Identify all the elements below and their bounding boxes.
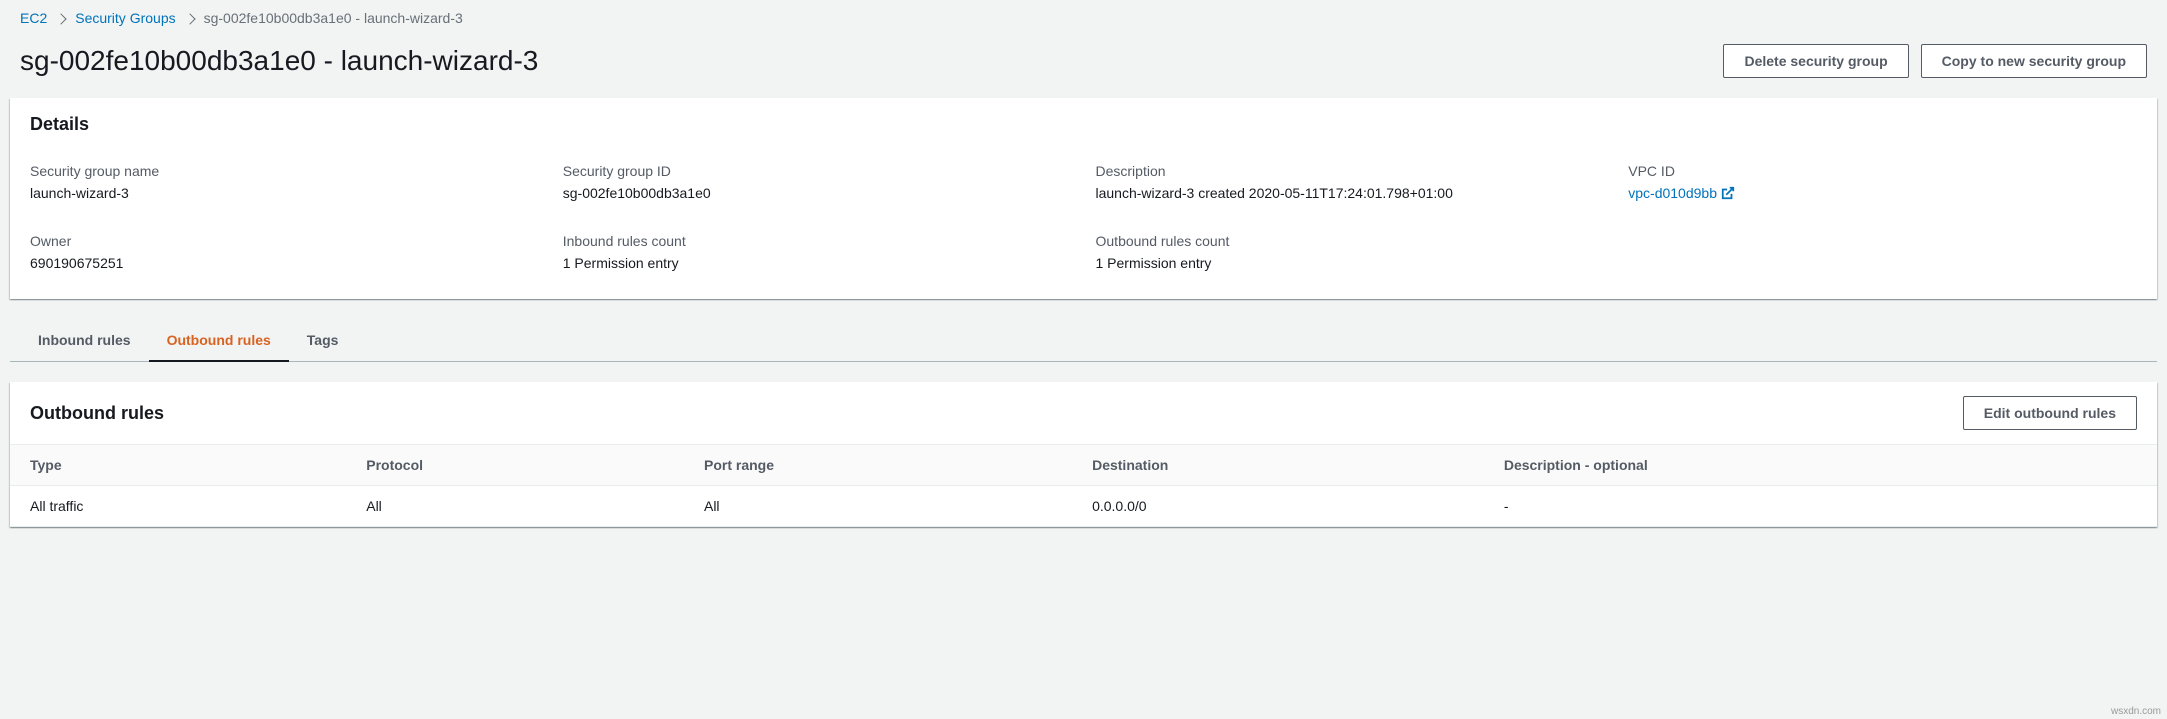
copy-to-new-security-group-button[interactable]: Copy to new security group (1921, 44, 2147, 78)
cell-destination: 0.0.0.0/0 (1076, 486, 1488, 527)
detail-value: 690190675251 (30, 255, 539, 271)
header-actions: Delete security group Copy to new securi… (1723, 44, 2147, 78)
detail-value: launch-wizard-3 (30, 185, 539, 201)
delete-security-group-button[interactable]: Delete security group (1723, 44, 1908, 78)
table-row: All traffic All All 0.0.0.0/0 - (10, 486, 2157, 527)
outbound-rules-table: Type Protocol Port range Destination Des… (10, 444, 2157, 527)
cell-description: - (1488, 486, 2157, 527)
breadcrumb-security-groups[interactable]: Security Groups (75, 10, 175, 26)
vpc-id-text: vpc-d010d9bb (1628, 185, 1717, 201)
detail-value: 1 Permission entry (1096, 255, 1605, 271)
detail-label: VPC ID (1628, 163, 2137, 179)
detail-label: Inbound rules count (563, 233, 1072, 249)
external-link-icon (1721, 186, 1735, 200)
outbound-rules-header: Outbound rules Edit outbound rules (10, 382, 2157, 444)
col-protocol: Protocol (350, 445, 688, 486)
page-header: sg-002fe10b00db3a1e0 - launch-wizard-3 D… (0, 36, 2167, 98)
details-panel: Details Security group name launch-wizar… (10, 98, 2157, 299)
detail-label: Security group ID (563, 163, 1072, 179)
detail-label: Owner (30, 233, 539, 249)
detail-security-group-name: Security group name launch-wizard-3 (30, 163, 539, 201)
detail-vpc-id: VPC ID vpc-d010d9bb (1628, 163, 2137, 201)
edit-outbound-rules-button[interactable]: Edit outbound rules (1963, 396, 2137, 430)
detail-label: Security group name (30, 163, 539, 179)
breadcrumb: EC2 Security Groups sg-002fe10b00db3a1e0… (0, 0, 2167, 36)
detail-outbound-rules-count: Outbound rules count 1 Permission entry (1096, 233, 1605, 271)
col-description: Description - optional (1488, 445, 2157, 486)
chevron-right-icon (186, 10, 194, 26)
detail-value: sg-002fe10b00db3a1e0 (563, 185, 1072, 201)
outbound-rules-panel: Outbound rules Edit outbound rules Type … (10, 382, 2157, 527)
breadcrumb-ec2[interactable]: EC2 (20, 10, 47, 26)
details-panel-header: Details (10, 98, 2157, 151)
detail-inbound-rules-count: Inbound rules count 1 Permission entry (563, 233, 1072, 271)
detail-value: 1 Permission entry (563, 255, 1072, 271)
cell-port-range: All (688, 486, 1076, 527)
tabs: Inbound rules Outbound rules Tags (10, 319, 2157, 362)
detail-security-group-id: Security group ID sg-002fe10b00db3a1e0 (563, 163, 1072, 201)
outbound-rules-title: Outbound rules (30, 403, 164, 424)
table-header-row: Type Protocol Port range Destination Des… (10, 445, 2157, 486)
col-type: Type (10, 445, 350, 486)
tab-tags[interactable]: Tags (289, 320, 357, 362)
tab-outbound-rules[interactable]: Outbound rules (149, 320, 289, 362)
detail-label: Outbound rules count (1096, 233, 1605, 249)
detail-owner: Owner 690190675251 (30, 233, 539, 271)
tab-inbound-rules[interactable]: Inbound rules (20, 320, 149, 362)
vpc-id-link[interactable]: vpc-d010d9bb (1628, 185, 1735, 201)
detail-label: Description (1096, 163, 1605, 179)
col-destination: Destination (1076, 445, 1488, 486)
col-port-range: Port range (688, 445, 1076, 486)
detail-description: Description launch-wizard-3 created 2020… (1096, 163, 1605, 201)
chevron-right-icon (57, 10, 65, 26)
details-panel-title: Details (30, 114, 2137, 135)
detail-value: vpc-d010d9bb (1628, 185, 2137, 201)
cell-protocol: All (350, 486, 688, 527)
details-grid: Security group name launch-wizard-3 Secu… (10, 151, 2157, 299)
detail-value: launch-wizard-3 created 2020-05-11T17:24… (1096, 185, 1605, 201)
page-title: sg-002fe10b00db3a1e0 - launch-wizard-3 (20, 45, 538, 77)
cell-type: All traffic (10, 486, 350, 527)
watermark: wsxdn.com (2111, 706, 2161, 717)
breadcrumb-current: sg-002fe10b00db3a1e0 - launch-wizard-3 (204, 10, 463, 26)
